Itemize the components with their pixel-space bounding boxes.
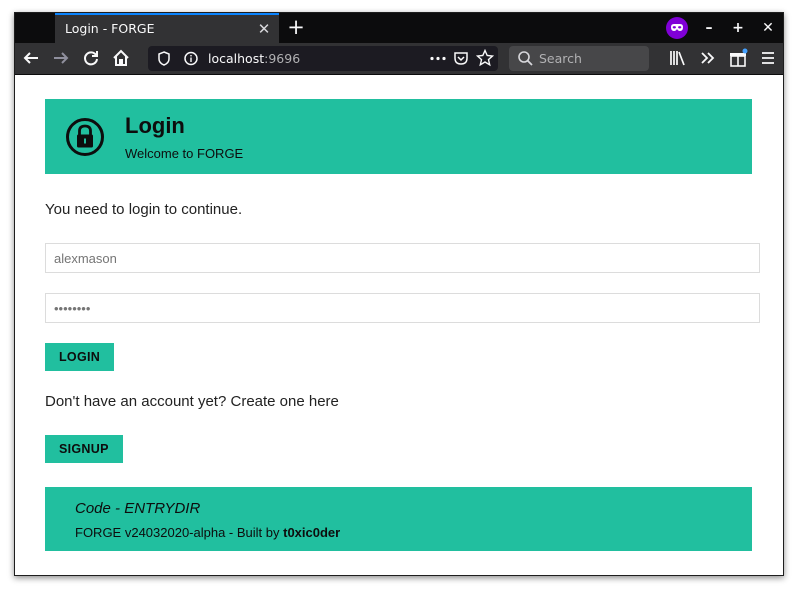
login-required-message: You need to login to continue. bbox=[45, 201, 243, 218]
footer-version-line: FORGE v24032020-alpha - Built by t0xic0d… bbox=[75, 525, 340, 540]
url-port: :9696 bbox=[264, 51, 301, 66]
search-bar[interactable]: Search bbox=[509, 46, 649, 71]
new-tab-button[interactable]: + bbox=[285, 16, 307, 38]
browser-window: Login - FORGE ✕ + – + ✕ localhost:9696 S… bbox=[14, 12, 784, 576]
page-content: Login Welcome to FORGE You need to login… bbox=[15, 75, 783, 575]
page-title: Login bbox=[125, 113, 185, 138]
login-button[interactable]: LOGIN bbox=[45, 343, 115, 371]
close-window-button[interactable]: ✕ bbox=[757, 17, 779, 39]
page-subtitle: Welcome to FORGE bbox=[125, 146, 244, 161]
shield-icon[interactable] bbox=[156, 50, 172, 71]
tab-strip: Login - FORGE ✕ + – + ✕ bbox=[15, 13, 783, 43]
password-input[interactable] bbox=[45, 293, 760, 323]
page-actions-icon[interactable] bbox=[429, 50, 447, 71]
reload-icon[interactable] bbox=[80, 47, 102, 69]
maximize-button[interactable]: + bbox=[727, 17, 749, 39]
lock-icon bbox=[65, 117, 105, 161]
menu-hamburger-icon[interactable] bbox=[757, 47, 779, 69]
url-bar[interactable]: localhost:9696 bbox=[148, 46, 498, 71]
footer-version: FORGE v24032020-alpha - Built by bbox=[75, 525, 284, 540]
search-icon bbox=[517, 50, 534, 71]
extensions-gift-icon[interactable] bbox=[727, 47, 749, 69]
url-text[interactable]: localhost:9696 bbox=[208, 51, 300, 66]
navigation-toolbar: localhost:9696 Search bbox=[15, 43, 783, 75]
username-input[interactable] bbox=[45, 243, 760, 273]
active-tab[interactable]: Login - FORGE ✕ bbox=[55, 13, 279, 43]
private-browsing-icon bbox=[666, 17, 688, 39]
footer-author: t0xic0der bbox=[283, 525, 341, 540]
back-icon[interactable] bbox=[20, 47, 42, 69]
footer-code: Code - ENTRYDIR bbox=[75, 500, 201, 517]
site-info-icon[interactable] bbox=[183, 50, 199, 71]
tab-close-icon[interactable]: ✕ bbox=[255, 20, 273, 38]
bookmark-star-icon[interactable] bbox=[475, 48, 495, 71]
home-icon[interactable] bbox=[110, 47, 132, 69]
minimize-button[interactable]: – bbox=[698, 17, 720, 39]
signup-prompt: Don't have an account yet? Create one he… bbox=[45, 393, 339, 410]
library-icon[interactable] bbox=[667, 47, 689, 69]
pocket-icon[interactable] bbox=[453, 50, 469, 71]
login-banner: Login Welcome to FORGE bbox=[45, 99, 752, 174]
tab-title: Login - FORGE bbox=[65, 21, 155, 36]
overflow-chevron-icon[interactable] bbox=[697, 47, 719, 69]
search-placeholder: Search bbox=[539, 51, 582, 66]
forward-icon[interactable] bbox=[50, 47, 72, 69]
url-host: localhost bbox=[208, 51, 265, 66]
signup-button[interactable]: SIGNUP bbox=[45, 435, 123, 463]
footer-banner: Code - ENTRYDIR FORGE v24032020-alpha - … bbox=[45, 487, 752, 551]
